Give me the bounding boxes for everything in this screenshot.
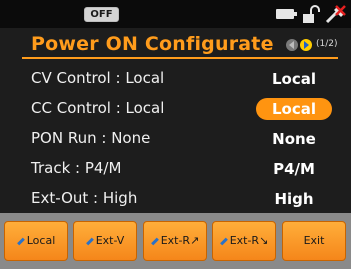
status-bar: OFF <box>0 0 351 28</box>
setting-value[interactable]: P4/M <box>256 158 332 180</box>
setting-row-pon-run[interactable]: PON Run : None None <box>0 125 351 155</box>
setting-value[interactable]: Local <box>256 68 332 90</box>
setting-row-ext-out[interactable]: Ext-Out : High High <box>0 185 351 215</box>
softkey-label: Ext-R↘ <box>229 234 269 247</box>
power-on-config-screen: OFF Power ON Configurate (1/2) CV Contro… <box>0 0 351 269</box>
pencil-icon <box>150 237 159 245</box>
page-indicator: (1/2) <box>316 39 338 49</box>
softkey-ext-r-down[interactable]: Ext-R↘ <box>212 221 276 261</box>
setting-label: Ext-Out : High <box>31 189 138 207</box>
setting-label: CV Control : Local <box>31 69 165 87</box>
setting-label: PON Run : None <box>31 129 151 147</box>
softkey-ext-r-up[interactable]: Ext-R↗ <box>143 221 207 261</box>
setting-row-track[interactable]: Track : P4/M P4/M <box>0 155 351 185</box>
softkey-local[interactable]: Local <box>4 221 68 261</box>
title-underline <box>22 57 338 59</box>
softkey-bar: Local Ext-V Ext-R↗ Ext-R↘ Exit <box>0 213 351 269</box>
softkey-ext-v[interactable]: Ext-V <box>73 221 137 261</box>
setting-value-selected[interactable]: Local <box>256 98 332 120</box>
softkey-label: Exit <box>303 234 325 247</box>
output-state-badge: OFF <box>84 7 119 22</box>
setting-row-cc-control[interactable]: CC Control : Local Local <box>0 95 351 125</box>
battery-icon <box>276 9 297 19</box>
softkey-label: Local <box>26 234 56 247</box>
page-title: Power ON Configurate <box>31 33 274 55</box>
softkey-exit[interactable]: Exit <box>282 221 346 261</box>
softkey-label: Ext-V <box>95 234 125 247</box>
softkey-label: Ext-R↗ <box>160 234 200 247</box>
pencil-icon <box>219 237 228 245</box>
setting-label: Track : P4/M <box>31 159 122 177</box>
lock-icon <box>303 5 320 23</box>
pencil-icon <box>85 237 94 245</box>
pencil-icon <box>16 237 25 245</box>
remote-icon <box>325 5 346 24</box>
setting-label: CC Control : Local <box>31 99 165 117</box>
setting-value[interactable]: High <box>256 188 332 210</box>
page-nav-arrows[interactable] <box>286 38 316 52</box>
setting-row-cv-control[interactable]: CV Control : Local Local <box>0 65 351 95</box>
setting-value[interactable]: None <box>256 128 332 150</box>
